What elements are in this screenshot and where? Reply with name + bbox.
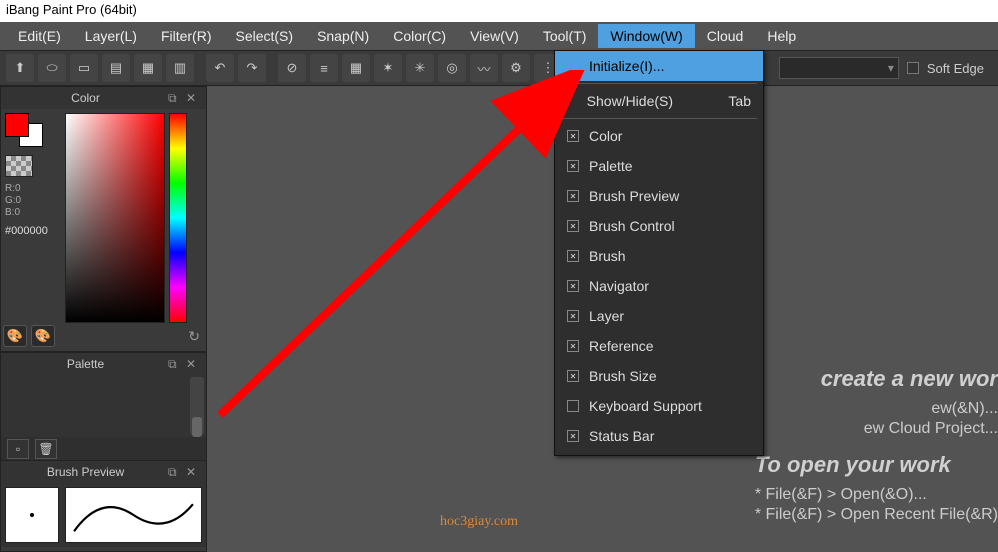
menu-brush-size[interactable]: ✕Brush Size (555, 361, 763, 391)
menu-bar: Edit(E) Layer(L) Filter(R) Select(S) Sna… (0, 22, 998, 50)
tool-panels-icon[interactable]: ▦ (134, 54, 162, 82)
soft-edge-checkbox[interactable] (907, 62, 919, 74)
palette-body[interactable] (1, 375, 206, 437)
menu-cloud[interactable]: Cloud (695, 24, 756, 48)
tool-split-icon[interactable]: ▥ (166, 54, 194, 82)
menu-palette[interactable]: ✕Palette (555, 151, 763, 181)
menu-initialize[interactable]: Initialize(I)... (555, 51, 763, 81)
color-panel-header[interactable]: Color ⧉ ✕ (1, 87, 206, 109)
snap-off-icon[interactable]: ⊘ (278, 54, 306, 82)
snap-parallel-icon[interactable]: ≡ (310, 54, 338, 82)
hex-readout: #000000 (5, 225, 61, 237)
app-title: iBang Paint Pro (64bit) (6, 2, 137, 17)
menu-layer[interactable]: Layer(L) (73, 24, 149, 48)
menu-tool[interactable]: Tool(T) (531, 24, 599, 48)
transparent-swatch[interactable] (5, 155, 33, 177)
menu-navigator[interactable]: ✕Navigator (555, 271, 763, 301)
color-field[interactable] (65, 113, 165, 323)
snap-circle-icon[interactable]: ◎ (438, 54, 466, 82)
menu-keyboard-support[interactable]: Keyboard Support (555, 391, 763, 421)
menu-brush-control[interactable]: ✕Brush Control (555, 211, 763, 241)
menu-color[interactable]: ✕Color (555, 121, 763, 151)
tool-speech-icon[interactable]: ▭ (70, 54, 98, 82)
color-panel: Color ⧉ ✕ R:0 G:0 B:0 #000000 🎨 🎨 ↻ (0, 86, 207, 352)
refresh-icon[interactable]: ↻ (188, 328, 200, 345)
palette-panel: Palette ⧉ ✕ ▫ 🗑 (0, 352, 207, 460)
welcome-text: create a new wor ew(&N)... ew Cloud Proj… (755, 366, 998, 526)
color-swatch[interactable] (5, 113, 45, 149)
snap-grid-icon[interactable]: ▦ (342, 54, 370, 82)
toolbar: ⬆ ⬭ ▭ ▤ ▦ ▥ ↶ ↷ ⊘ ≡ ▦ ✶ ✳ ◎ 〰 ⚙ ⋮ ▾ Soft… (0, 50, 998, 86)
popout-icon[interactable]: ⧉ (168, 91, 182, 105)
color-panel-title: Color (71, 91, 100, 105)
delete-palette-icon[interactable]: 🗑 (35, 439, 57, 459)
palette-wheel-icon[interactable]: 🎨 (3, 325, 27, 347)
menu-filter[interactable]: Filter(R) (149, 24, 224, 48)
brush-preview-header[interactable]: Brush Preview ⧉ ✕ (1, 461, 206, 483)
menu-view[interactable]: View(V) (458, 24, 531, 48)
brush-tip-preview (5, 487, 59, 543)
scrollbar[interactable] (190, 377, 204, 435)
menu-snap[interactable]: Snap(N) (305, 24, 381, 48)
menu-show-hide[interactable]: Show/Hide(S)Tab (555, 86, 763, 116)
brush-stroke-preview (65, 487, 202, 543)
popout-icon[interactable]: ⧉ (168, 357, 182, 371)
undo-icon[interactable]: ↶ (206, 54, 234, 82)
hue-slider[interactable] (169, 113, 187, 323)
palette-bar-icon[interactable]: 🎨 (31, 325, 55, 347)
watermark: hoc3giay.com (440, 514, 518, 530)
menu-window[interactable]: Window(W) (598, 24, 694, 48)
menu-select[interactable]: Select(S) (223, 24, 305, 48)
close-icon[interactable]: ✕ (186, 357, 200, 371)
close-icon[interactable]: ✕ (186, 465, 200, 479)
rgb-readout: R:0 G:0 B:0 (5, 183, 61, 219)
menu-color[interactable]: Color(C) (381, 24, 458, 48)
snap-curve-icon[interactable]: 〰 (470, 54, 498, 82)
snap-radial-icon[interactable]: ✳ (406, 54, 434, 82)
menu-brush[interactable]: ✕Brush (555, 241, 763, 271)
snap-perspective-icon[interactable]: ✶ (374, 54, 402, 82)
window-menu-dropdown: Initialize(I)... Show/Hide(S)Tab ✕Color … (554, 50, 764, 456)
close-icon[interactable]: ✕ (186, 91, 200, 105)
menu-brush-preview[interactable]: ✕Brush Preview (555, 181, 763, 211)
menu-status-bar[interactable]: ✕Status Bar (555, 421, 763, 451)
tool-upload-icon[interactable]: ⬆ (6, 54, 34, 82)
add-palette-icon[interactable]: ▫ (7, 439, 29, 459)
palette-panel-title: Palette (67, 357, 104, 371)
tool-ellipse-icon[interactable]: ⬭ (38, 54, 66, 82)
soft-edge-label: Soft Edge (927, 61, 984, 76)
redo-icon[interactable]: ↷ (238, 54, 266, 82)
snap-config-icon[interactable]: ⚙ (502, 54, 530, 82)
toolbar-combo[interactable]: ▾ (779, 57, 899, 79)
menu-edit[interactable]: Edit(E) (6, 24, 73, 48)
palette-panel-header[interactable]: Palette ⧉ ✕ (1, 353, 206, 375)
title-bar: iBang Paint Pro (64bit) (0, 0, 998, 22)
popout-icon[interactable]: ⧉ (168, 465, 182, 479)
menu-help[interactable]: Help (755, 24, 808, 48)
tool-doc-icon[interactable]: ▤ (102, 54, 130, 82)
foreground-color-swatch[interactable] (5, 113, 29, 137)
brush-preview-panel: Brush Preview ⧉ ✕ (0, 460, 207, 552)
menu-reference[interactable]: ✕Reference (555, 331, 763, 361)
brush-preview-title: Brush Preview (47, 465, 124, 479)
menu-layer[interactable]: ✕Layer (555, 301, 763, 331)
